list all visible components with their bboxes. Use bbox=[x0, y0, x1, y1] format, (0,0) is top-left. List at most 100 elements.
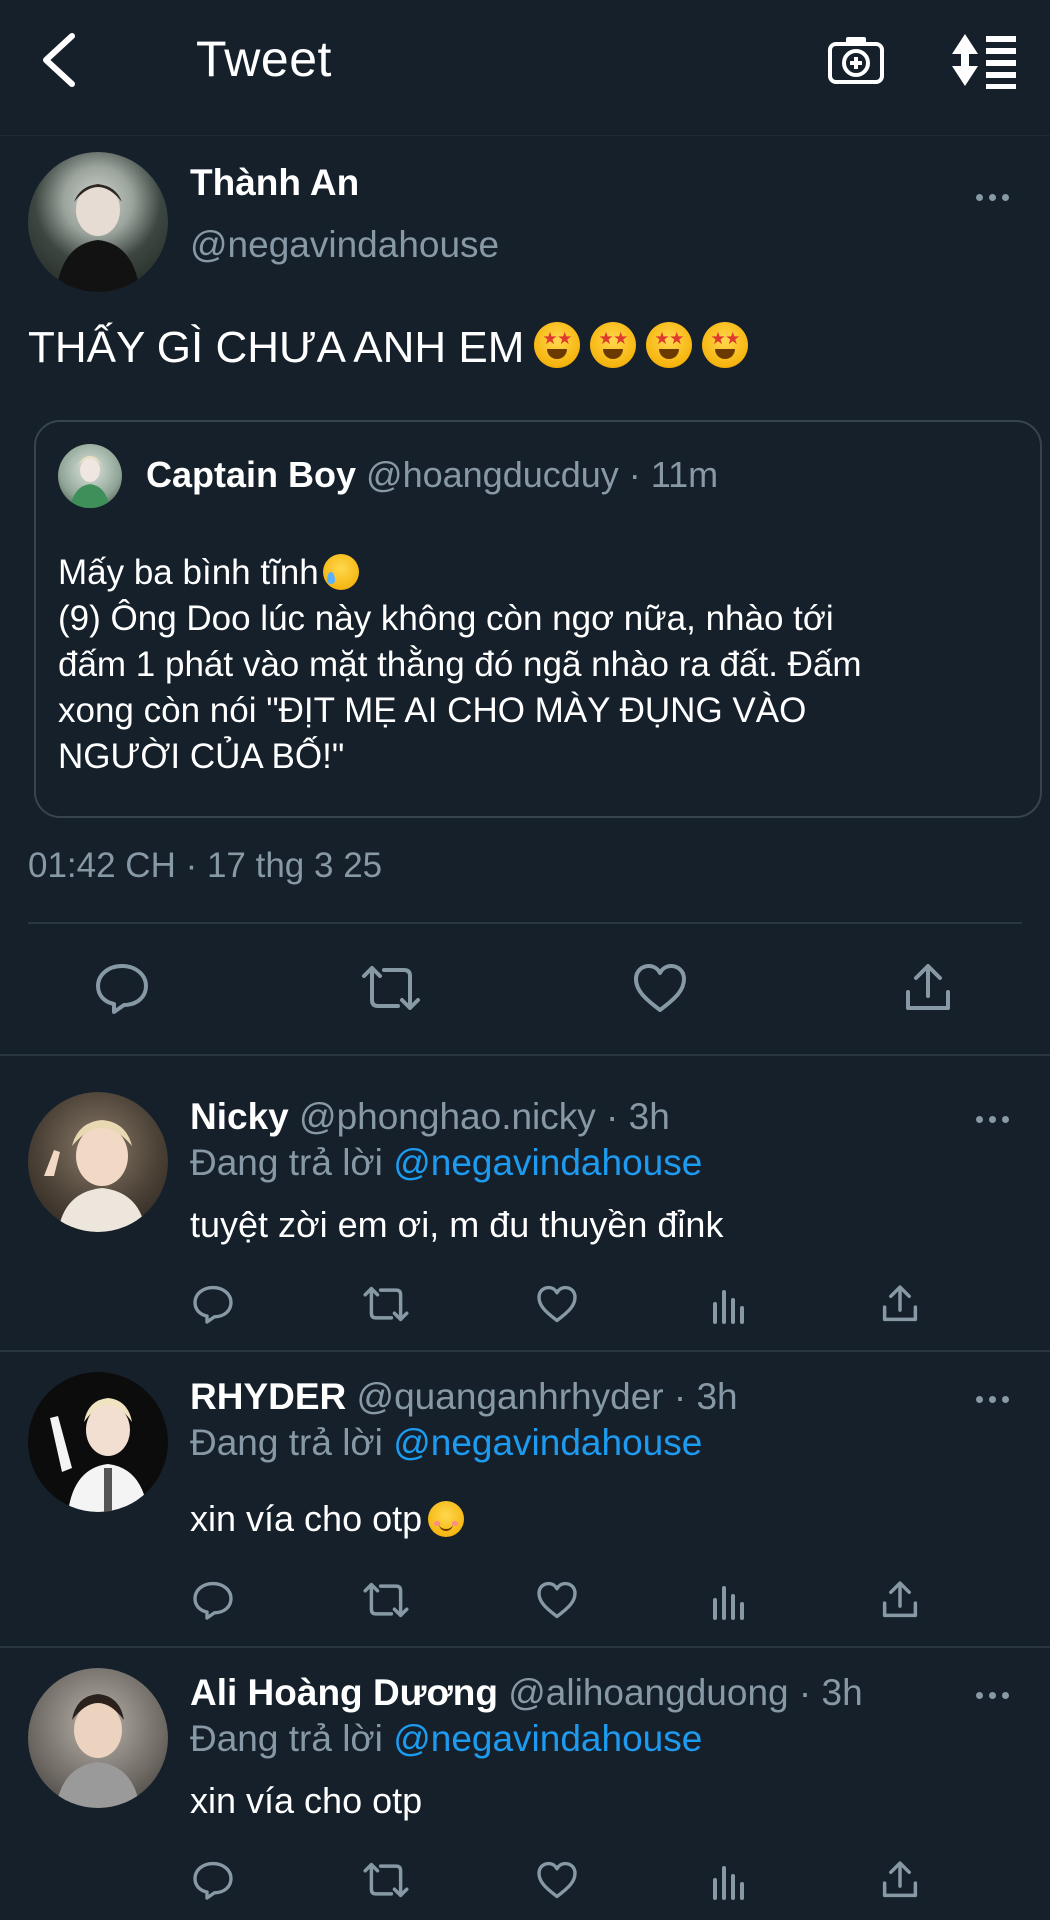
tweet-text-content: THẤY GÌ CHƯA ANH EM bbox=[28, 323, 525, 372]
analytics-button[interactable] bbox=[710, 1862, 748, 1900]
reply-meta: @quanganhrhyder · 3h bbox=[356, 1376, 738, 1417]
reply-icon bbox=[96, 964, 148, 1014]
quoted-tweet[interactable]: Captain Boy @hoangducduy · 11m Mấy ba bì… bbox=[34, 420, 1042, 818]
like-button[interactable] bbox=[536, 1284, 578, 1324]
tweet-timestamp: 01:42 CH · 17 thg 3 25 bbox=[28, 846, 383, 885]
replying-to: Đang trả lời @negavindahouse bbox=[190, 1142, 702, 1184]
reply-button[interactable] bbox=[192, 1580, 234, 1620]
reply-header: Ali Hoàng Dương @alihoangduong · 3h bbox=[190, 1672, 863, 1714]
more-icon bbox=[976, 194, 983, 201]
replying-label: Đang trả lời bbox=[190, 1422, 383, 1463]
quoted-avatar bbox=[58, 444, 122, 508]
replying-handle-link[interactable]: @negavindahouse bbox=[393, 1142, 702, 1183]
retweet-icon bbox=[363, 1286, 409, 1322]
quoted-line: NGƯỜI CỦA BỐ!" bbox=[58, 737, 345, 776]
analytics-icon bbox=[713, 1866, 744, 1900]
top-bar: Tweet bbox=[0, 0, 1050, 136]
more-icon bbox=[976, 1692, 983, 1699]
smiling-emoji-icon bbox=[428, 1501, 465, 1537]
reply-meta: @alihoangduong · 3h bbox=[508, 1672, 863, 1713]
reply-button[interactable] bbox=[192, 1284, 234, 1324]
share-icon bbox=[882, 1285, 918, 1322]
author-handle[interactable]: @negavindahouse bbox=[190, 224, 499, 266]
more-icon bbox=[976, 1116, 983, 1123]
more-button[interactable] bbox=[976, 188, 1020, 208]
share-icon bbox=[882, 1861, 918, 1898]
share-button[interactable] bbox=[880, 1580, 920, 1620]
quoted-text: Mấy ba bình tĩnh (9) Ông Doo lúc này khô… bbox=[58, 550, 1018, 780]
retweet-button[interactable] bbox=[362, 1284, 410, 1324]
reply-text: xin vía cho otp bbox=[190, 1498, 465, 1540]
divider bbox=[28, 922, 1022, 924]
sort-button[interactable] bbox=[950, 30, 1020, 90]
reply-header: RHYDER @quanganhrhyder · 3h bbox=[190, 1376, 738, 1418]
avatar[interactable] bbox=[28, 152, 168, 292]
reply-meta: @phonghao.nicky · 3h bbox=[299, 1096, 670, 1137]
quoted-author-name: Captain Boy bbox=[146, 454, 357, 495]
reply-button[interactable] bbox=[192, 1860, 234, 1900]
quoted-author-line: Captain Boy @hoangducduy · 11m bbox=[146, 454, 718, 496]
divider bbox=[0, 1054, 1050, 1056]
like-button[interactable] bbox=[536, 1860, 578, 1900]
star-struck-emoji-icon bbox=[646, 322, 693, 368]
more-button[interactable] bbox=[976, 1686, 1020, 1706]
reply-author-name[interactable]: Nicky bbox=[190, 1096, 289, 1137]
retweet-button[interactable] bbox=[362, 1580, 410, 1620]
reply-text: tuyệt zời em ơi, m đu thuyền đỉnk bbox=[190, 1204, 724, 1245]
replying-handle-link[interactable]: @negavindahouse bbox=[393, 1718, 702, 1759]
divider bbox=[0, 1646, 1050, 1648]
retweet-button[interactable] bbox=[362, 1860, 410, 1900]
camera-button[interactable] bbox=[826, 30, 886, 90]
more-button[interactable] bbox=[976, 1390, 1020, 1410]
more-icon bbox=[976, 1396, 983, 1403]
retweet-icon bbox=[363, 1582, 409, 1618]
reply-button[interactable] bbox=[94, 962, 150, 1014]
retweet-icon bbox=[362, 966, 420, 1010]
reply-text-content: xin vía cho otp bbox=[190, 1498, 423, 1539]
analytics-button[interactable] bbox=[710, 1582, 748, 1620]
quoted-line: (9) Ông Doo lúc này không còn ngơ nữa, n… bbox=[58, 599, 834, 638]
back-arrow-icon bbox=[43, 33, 75, 87]
share-icon bbox=[882, 1581, 918, 1618]
crying-emoji-icon bbox=[322, 554, 359, 590]
reply-icon bbox=[193, 1285, 233, 1324]
share-button[interactable] bbox=[902, 962, 954, 1014]
avatar[interactable] bbox=[28, 1372, 168, 1512]
replying-handle-link[interactable]: @negavindahouse bbox=[393, 1422, 702, 1463]
reply-text: xin vía cho otp bbox=[190, 1780, 423, 1821]
reply-icon bbox=[193, 1861, 233, 1900]
divider bbox=[0, 1350, 1050, 1352]
retweet-button[interactable] bbox=[360, 962, 422, 1014]
quoted-line: xong còn nói "ĐỊT MẸ AI CHO MÀY ĐỤNG VÀO bbox=[58, 691, 807, 730]
star-struck-emoji-icon bbox=[590, 322, 637, 368]
more-button[interactable] bbox=[976, 1110, 1020, 1130]
back-button[interactable] bbox=[34, 28, 94, 92]
avatar[interactable] bbox=[28, 1668, 168, 1808]
star-struck-emoji-icon bbox=[534, 322, 581, 368]
share-button[interactable] bbox=[880, 1284, 920, 1324]
tweet-text: THẤY GÌ CHƯA ANH EM bbox=[28, 322, 749, 373]
replying-label: Đang trả lời bbox=[190, 1718, 383, 1759]
author-name[interactable]: Thành An bbox=[190, 162, 359, 204]
like-button[interactable] bbox=[632, 962, 688, 1014]
reply-author-name[interactable]: RHYDER bbox=[190, 1376, 346, 1417]
like-icon bbox=[537, 1285, 577, 1323]
like-icon bbox=[537, 1581, 577, 1619]
quoted-meta: @hoangducduy · 11m bbox=[366, 454, 719, 495]
like-icon bbox=[537, 1861, 577, 1899]
quoted-line: đấm 1 phát vào mặt thằng đó ngã nhào ra … bbox=[58, 645, 862, 684]
replying-to: Đang trả lời @negavindahouse bbox=[190, 1718, 702, 1760]
avatar[interactable] bbox=[28, 1092, 168, 1232]
share-icon bbox=[906, 964, 950, 1010]
reply-author-name[interactable]: Ali Hoàng Dương bbox=[190, 1672, 498, 1713]
share-button[interactable] bbox=[880, 1860, 920, 1900]
replying-to: Đang trả lời @negavindahouse bbox=[190, 1422, 702, 1464]
reply-icon bbox=[193, 1581, 233, 1620]
like-button[interactable] bbox=[536, 1580, 578, 1620]
camera-plus-icon bbox=[828, 37, 884, 84]
like-icon bbox=[634, 964, 686, 1012]
analytics-button[interactable] bbox=[710, 1286, 748, 1324]
star-struck-emoji-icon bbox=[702, 322, 749, 368]
analytics-icon bbox=[713, 1586, 744, 1620]
page-title: Tweet bbox=[196, 31, 332, 87]
